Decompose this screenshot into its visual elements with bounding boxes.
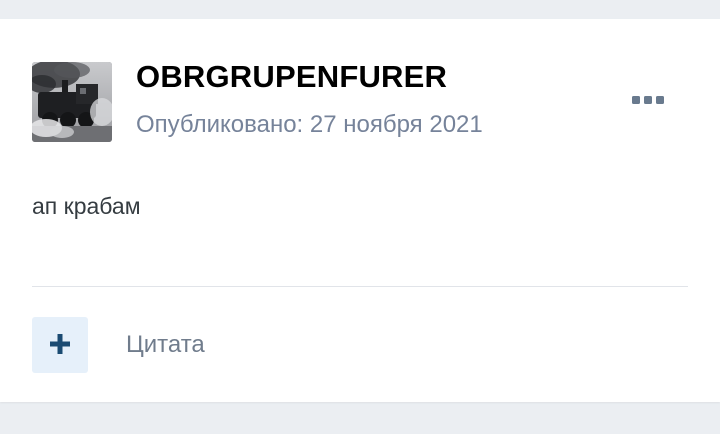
ellipsis-icon [632,96,664,104]
post-options-menu[interactable] [626,83,670,117]
quote-button[interactable]: Цитата [126,330,205,360]
post-card: OBRGRUPENFURER Опубликовано: 27 ноября 2… [0,19,720,402]
author-name[interactable]: OBRGRUPENFURER [136,57,447,97]
publish-date: Опубликовано: 27 ноября 2021 [136,111,483,138]
multiquote-button[interactable] [32,317,88,373]
author-avatar[interactable] [32,62,112,142]
post-content: ап крабам [32,193,141,219]
plus-icon [50,334,70,354]
locomotive-image [32,62,112,142]
content-divider [32,286,688,287]
